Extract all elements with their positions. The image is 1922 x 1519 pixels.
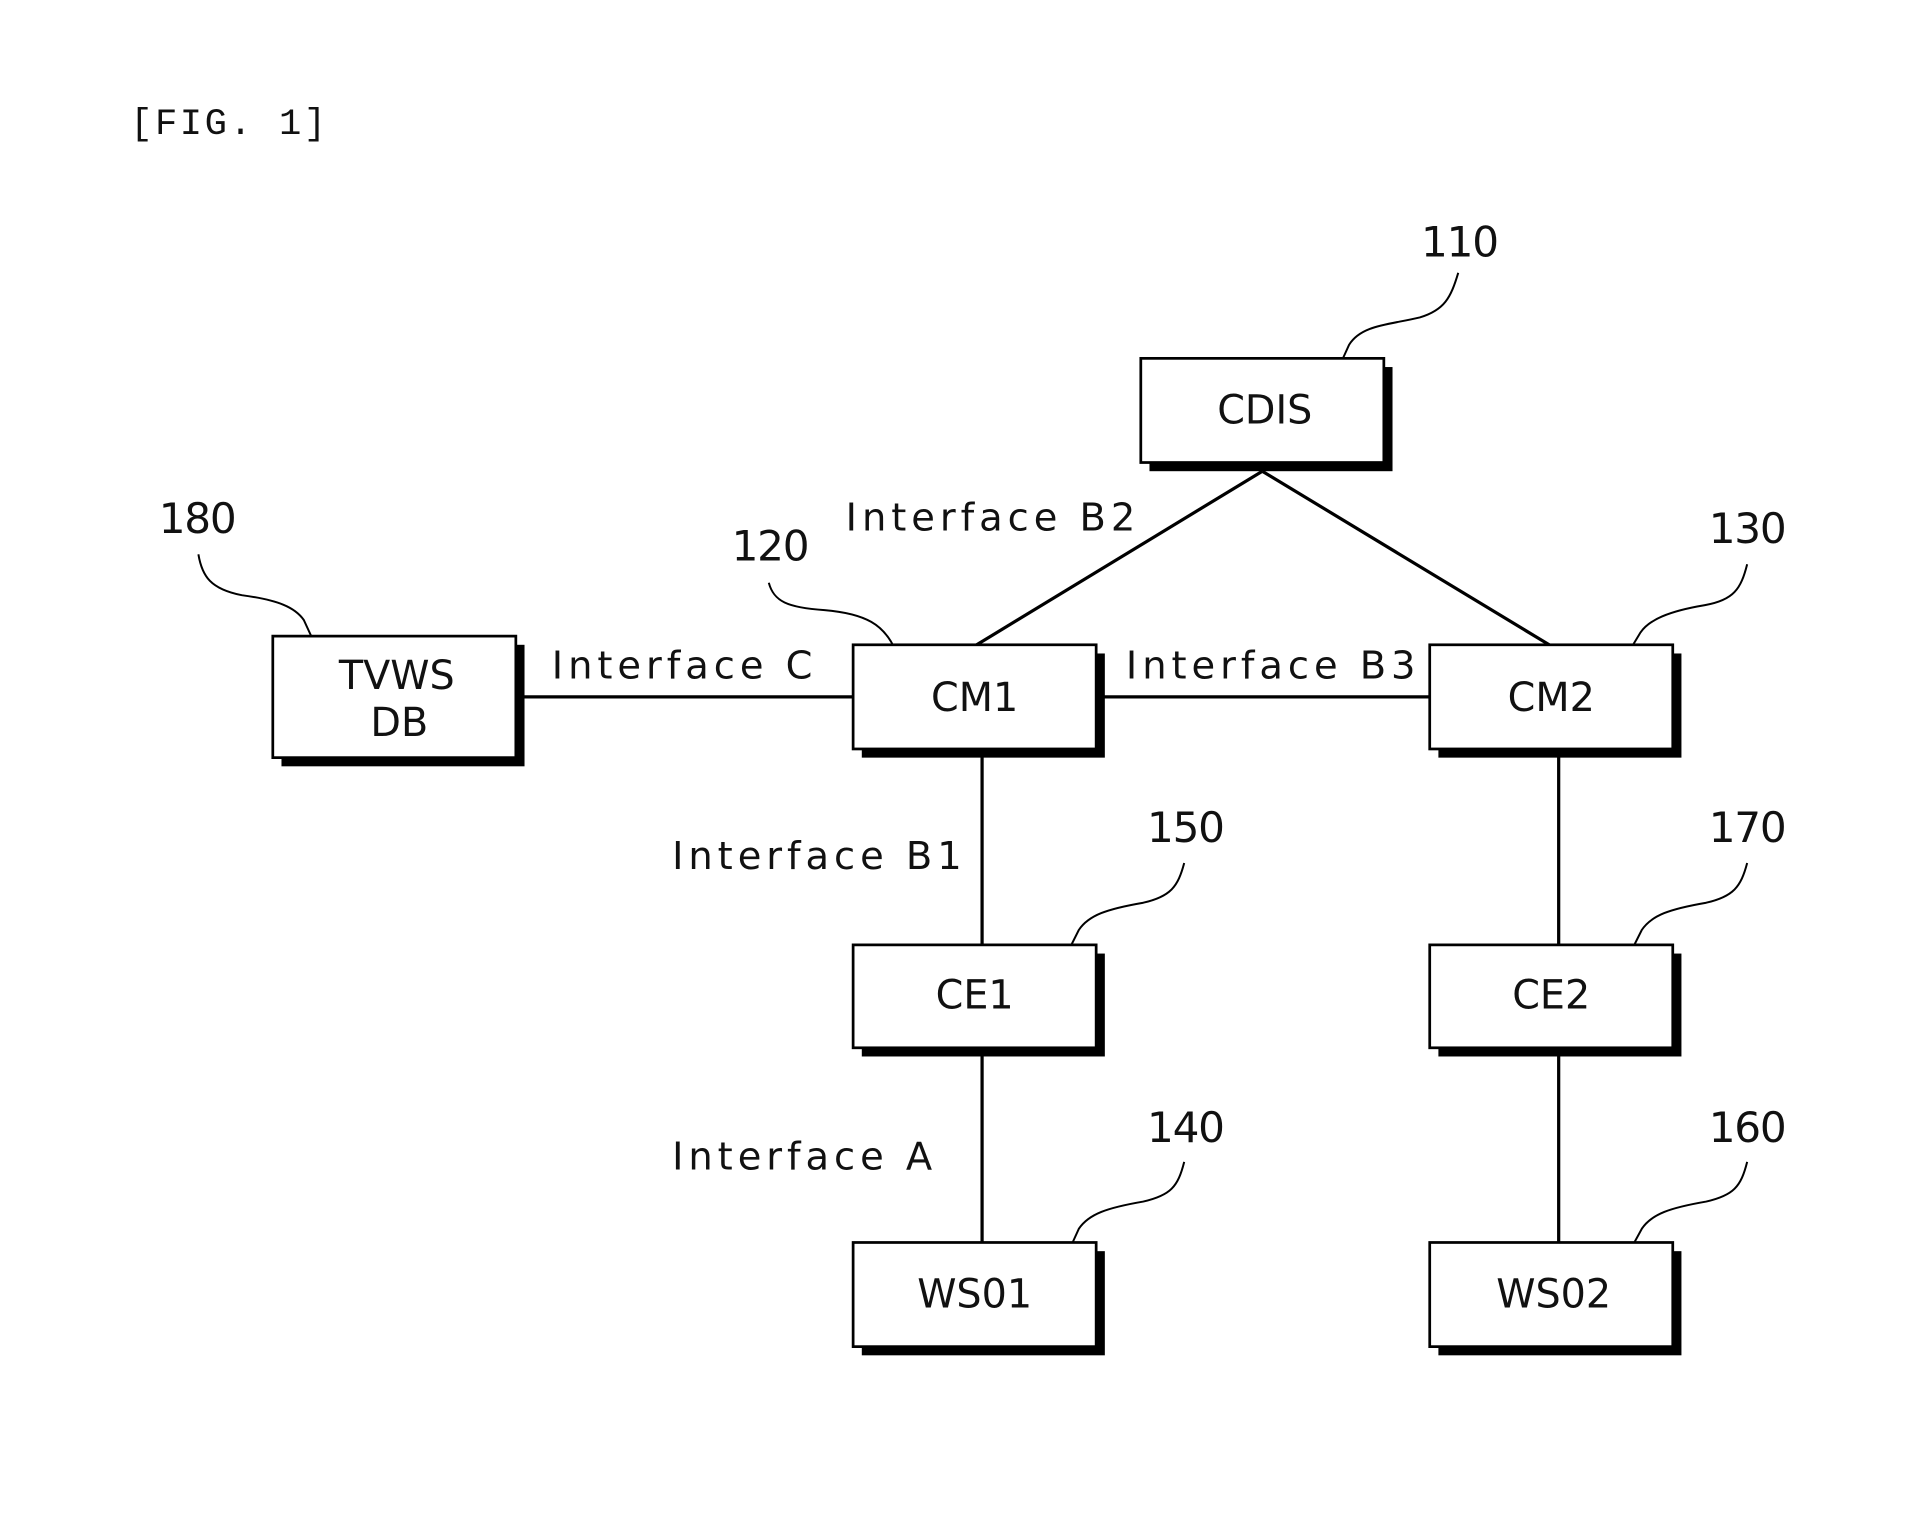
ref-numeral-180: 180 — [159, 494, 236, 543]
leader-140 — [1071, 1161, 1186, 1243]
node-label: WS01 — [917, 1272, 1032, 1318]
edge-label-interface-c: Interface C — [552, 643, 818, 688]
leader-120 — [767, 582, 894, 646]
ref-numeral-160: 160 — [1709, 1103, 1786, 1152]
node-ce2: CE2 — [1428, 943, 1682, 1057]
node-ws02: WS02 — [1428, 1241, 1682, 1356]
ref-numeral-110: 110 — [1421, 218, 1498, 267]
node-cdis: CDIS — [1139, 356, 1393, 472]
node-label-line1: TVWS — [338, 653, 455, 699]
node-tvws-db: TVWS DB — [271, 634, 525, 767]
ref-numeral-130: 130 — [1709, 504, 1786, 553]
ref-numeral-140: 140 — [1147, 1103, 1224, 1152]
edge-label-interface-b3: Interface B3 — [1126, 643, 1421, 688]
ref-numeral-120: 120 — [732, 521, 809, 570]
node-cm1: CM1 — [851, 643, 1105, 758]
node-label: CDIS — [1217, 387, 1312, 433]
node-cm2: CM2 — [1428, 643, 1682, 758]
figure-label: [FIG. 1] — [130, 104, 328, 146]
leader-160 — [1633, 1161, 1749, 1243]
figure-canvas: [FIG. 1] Interface B2 Interface C Interf… — [130, 104, 1787, 1356]
node-ws01: WS01 — [851, 1241, 1105, 1356]
node-label: WS02 — [1496, 1272, 1611, 1318]
leader-170 — [1633, 862, 1749, 946]
leader-130 — [1632, 563, 1749, 646]
edge-label-interface-b2: Interface B2 — [846, 496, 1141, 541]
edge-label-interface-a: Interface A — [672, 1134, 937, 1179]
node-label: CM2 — [1508, 675, 1595, 721]
edge-cdis-cm2 — [1261, 469, 1553, 648]
node-label: CE1 — [936, 973, 1014, 1019]
node-label: CE2 — [1512, 973, 1590, 1019]
leader-180 — [197, 554, 313, 637]
leader-110 — [1342, 272, 1460, 359]
edge-label-interface-b1: Interface B1 — [672, 834, 967, 879]
leader-150 — [1070, 862, 1186, 946]
node-label-line2: DB — [370, 700, 428, 746]
ref-numeral-150: 150 — [1147, 803, 1224, 852]
ref-numeral-170: 170 — [1709, 803, 1786, 852]
node-label: CM1 — [931, 675, 1018, 721]
node-ce1: CE1 — [851, 943, 1105, 1057]
